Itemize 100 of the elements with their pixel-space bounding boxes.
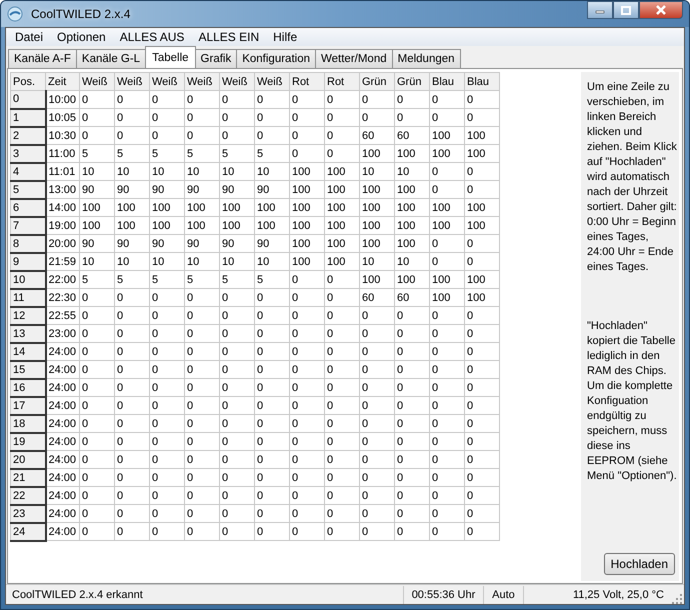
tab[interactable]: Tabelle: [145, 46, 196, 68]
table-cell: 0: [220, 414, 254, 432]
table-cell: 0: [360, 468, 394, 486]
row-header[interactable]: 0: [10, 90, 46, 108]
table-cell: 10: [394, 252, 430, 270]
table-cell: 100: [290, 252, 324, 270]
minimize-button[interactable]: [587, 1, 613, 19]
table-cell: 0: [220, 90, 254, 108]
column-header[interactable]: Grün: [394, 72, 430, 90]
table-cell: 0: [184, 360, 220, 378]
tab[interactable]: Konfiguration: [236, 49, 316, 68]
table-cell: 0: [360, 306, 394, 324]
table-cell: 0: [394, 342, 430, 360]
status-text: 11,25 Volt, 25,0 °C: [572, 588, 665, 602]
table-cell: 0: [290, 126, 324, 144]
table-cell: 0: [394, 378, 430, 396]
table-cell: 100: [430, 144, 464, 162]
menu-item[interactable]: ALLES AUS: [112, 30, 192, 44]
column-header[interactable]: Weiß: [254, 72, 290, 90]
table-cell: 0: [150, 432, 184, 450]
close-button[interactable]: [639, 1, 683, 19]
column-header[interactable]: Blau: [430, 72, 464, 90]
table-cell: 10: [184, 252, 220, 270]
table-cell: 0: [324, 468, 360, 486]
table-cell: 0: [324, 342, 360, 360]
table-cell: 0: [394, 324, 430, 342]
table-cell: 100: [394, 270, 430, 288]
table-cell: 0: [80, 414, 114, 432]
table-cell: 0: [430, 342, 464, 360]
table-cell: 5: [150, 144, 184, 162]
column-header[interactable]: Rot: [324, 72, 360, 90]
table-cell: 21:59: [46, 252, 80, 270]
table-cell: 100: [80, 216, 114, 234]
tab[interactable]: Kanäle G-L: [76, 49, 146, 68]
table-cell: 0: [324, 306, 360, 324]
menu-item[interactable]: ALLES EIN: [191, 30, 266, 44]
table-cell: 0: [114, 90, 150, 108]
tab[interactable]: Grafik: [194, 49, 238, 68]
table-cell: 0: [184, 288, 220, 306]
table-cell: 0: [324, 378, 360, 396]
maximize-button[interactable]: [613, 1, 639, 19]
table-cell: 0: [324, 108, 360, 126]
table-cell: 100: [290, 180, 324, 198]
menu-item[interactable]: Datei: [8, 30, 50, 44]
column-header[interactable]: Weiß: [220, 72, 254, 90]
table-cell: 10: [254, 252, 290, 270]
table-cell: 0: [220, 126, 254, 144]
column-header[interactable]: Weiß: [80, 72, 114, 90]
table-cell: 0: [114, 522, 150, 540]
status-text: CoolTWILED 2.x.4 erkannt: [6, 586, 404, 604]
column-header[interactable]: Weiß: [184, 72, 220, 90]
menu-item[interactable]: Optionen: [50, 30, 113, 44]
column-header[interactable]: Weiß: [114, 72, 150, 90]
close-icon: [655, 5, 667, 15]
table-cell: 24:00: [46, 432, 80, 450]
table-cell: 10: [220, 252, 254, 270]
table-cell: 10:30: [46, 126, 80, 144]
table-cell: 0: [360, 324, 394, 342]
table-cell: 0: [290, 378, 324, 396]
table-cell: 90: [220, 180, 254, 198]
table-cell: 24:00: [46, 486, 80, 504]
table-cell: 0: [464, 342, 500, 360]
table-cell: 24:00: [46, 378, 80, 396]
table-cell: 10:05: [46, 108, 80, 126]
table-cell: 100: [430, 198, 464, 216]
upload-button[interactable]: Hochladen: [604, 553, 675, 575]
tab[interactable]: Kanäle A-F: [8, 49, 77, 68]
table-cell: 0: [114, 414, 150, 432]
table-cell: 24:00: [46, 414, 80, 432]
table-cell: 0: [464, 486, 500, 504]
table-cell: 0: [150, 504, 184, 522]
table-cell: 0: [430, 306, 464, 324]
table-cell: 0: [360, 396, 394, 414]
column-header[interactable]: Weiß: [150, 72, 184, 90]
table-cell: 0: [464, 234, 500, 252]
column-header[interactable]: Rot: [290, 72, 324, 90]
tab[interactable]: Meldungen: [392, 49, 461, 68]
table-cell: 22:00: [46, 270, 80, 288]
table-cell: 0: [184, 396, 220, 414]
table-cell: 0: [360, 90, 394, 108]
table-cell: 0: [394, 504, 430, 522]
table-cell: 0: [464, 360, 500, 378]
column-header[interactable]: Grün: [360, 72, 394, 90]
table-cell: 0: [114, 396, 150, 414]
table-cell: 5: [114, 270, 150, 288]
table-cell: 10: [394, 162, 430, 180]
column-header[interactable]: Pos.: [10, 72, 46, 90]
table-cell: 0: [80, 360, 114, 378]
table-cell: 5: [184, 270, 220, 288]
menu-item[interactable]: Hilfe: [266, 30, 304, 44]
table-cell: 0: [114, 108, 150, 126]
table-cell: 100: [150, 198, 184, 216]
table-cell: 20:00: [46, 234, 80, 252]
column-header[interactable]: Blau: [464, 72, 500, 90]
table-cell: 24:00: [46, 396, 80, 414]
tab[interactable]: Wetter/Mond: [315, 49, 393, 68]
table-cell: 0: [290, 522, 324, 540]
table-cell: 5: [80, 270, 114, 288]
column-header[interactable]: Zeit: [46, 72, 80, 90]
table-cell: 100: [290, 216, 324, 234]
